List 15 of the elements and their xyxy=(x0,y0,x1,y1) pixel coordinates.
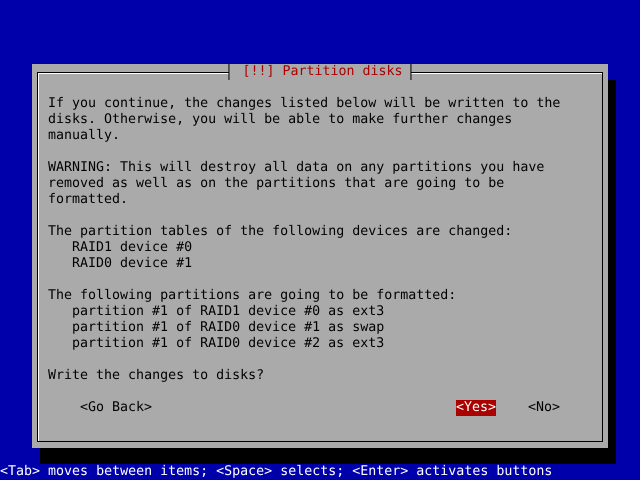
dialog-title: [!!] Partition disks xyxy=(228,64,412,80)
answer-button[interactable]: <Yes> xyxy=(456,400,496,416)
list-heading: The following partitions are going to be formatted: xyxy=(48,288,458,304)
message-text: Write the changes to disks? xyxy=(48,368,266,384)
go-back-button[interactable]: <Go Back> xyxy=(80,400,152,416)
status-bar-hint: <Tab> moves between items; <Space> selects; <Enter> activates buttons xyxy=(0,464,554,480)
list-item: RAID0 device #1 xyxy=(71,256,194,272)
list-item: RAID1 device #0 xyxy=(71,240,194,256)
list-item: partition #1 of RAID0 device #2 as ext3 xyxy=(71,336,386,352)
message-text: WARNING: This will destroy all data on any partitions you have removed as well as on the partitions that are going to be formatted. xyxy=(48,160,546,208)
list-heading: The partition tables of the following devices are changed: xyxy=(48,224,514,240)
list-item: partition #1 of RAID0 device #1 as swap xyxy=(71,320,386,336)
message-text: If you continue, the changes listed below will be written to the disks. Otherwise, you will be able to make further changes manually. xyxy=(48,96,562,144)
answer-button[interactable]: <No> xyxy=(528,400,560,416)
list-item: partition #1 of RAID1 device #0 as ext3 xyxy=(71,304,386,320)
